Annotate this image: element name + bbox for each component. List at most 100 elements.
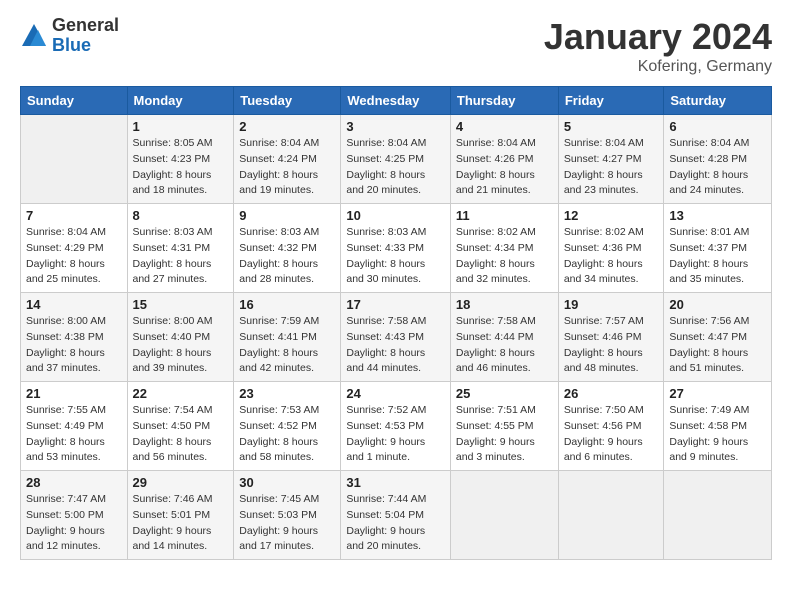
day-detail: Sunrise: 8:04 AMSunset: 4:24 PMDaylight:… <box>239 136 335 199</box>
calendar-cell: 29 Sunrise: 7:46 AMSunset: 5:01 PMDayligh… <box>127 471 234 560</box>
calendar-cell: 28 Sunrise: 7:47 AMSunset: 5:00 PMDayligh… <box>21 471 128 560</box>
weekday-header: Sunday <box>21 87 128 115</box>
day-number: 27 <box>669 386 766 401</box>
calendar-cell: 8 Sunrise: 8:03 AMSunset: 4:31 PMDaylight… <box>127 204 234 293</box>
location: Kofering, Germany <box>544 58 772 76</box>
day-number: 4 <box>456 119 553 134</box>
day-number: 16 <box>239 297 335 312</box>
calendar-cell: 31 Sunrise: 7:44 AMSunset: 5:04 PMDayligh… <box>341 471 451 560</box>
day-detail: Sunrise: 7:59 AMSunset: 4:41 PMDaylight:… <box>239 314 335 377</box>
calendar-cell <box>450 471 558 560</box>
day-number: 8 <box>133 208 229 223</box>
calendar-cell: 27 Sunrise: 7:49 AMSunset: 4:58 PMDayligh… <box>664 382 772 471</box>
calendar-cell: 9 Sunrise: 8:03 AMSunset: 4:32 PMDaylight… <box>234 204 341 293</box>
day-number: 12 <box>564 208 659 223</box>
calendar-cell <box>21 115 128 204</box>
day-detail: Sunrise: 8:03 AMSunset: 4:33 PMDaylight:… <box>346 225 445 288</box>
calendar-table: SundayMondayTuesdayWednesdayThursdayFrid… <box>20 86 772 560</box>
day-detail: Sunrise: 7:52 AMSunset: 4:53 PMDaylight:… <box>346 403 445 466</box>
day-number: 14 <box>26 297 122 312</box>
day-detail: Sunrise: 8:03 AMSunset: 4:32 PMDaylight:… <box>239 225 335 288</box>
logo-text: General Blue <box>52 16 119 56</box>
calendar-cell: 1 Sunrise: 8:05 AMSunset: 4:23 PMDaylight… <box>127 115 234 204</box>
calendar-cell: 24 Sunrise: 7:52 AMSunset: 4:53 PMDayligh… <box>341 382 451 471</box>
day-detail: Sunrise: 7:53 AMSunset: 4:52 PMDaylight:… <box>239 403 335 466</box>
day-number: 7 <box>26 208 122 223</box>
day-detail: Sunrise: 7:44 AMSunset: 5:04 PMDaylight:… <box>346 492 445 555</box>
calendar-cell <box>664 471 772 560</box>
calendar-cell: 21Sunrise: 7:55 AMSunset: 4:49 PMDayligh… <box>21 382 128 471</box>
page-header: General Blue January 2024 Kofering, Germ… <box>20 16 772 76</box>
calendar-cell: 18Sunrise: 7:58 AMSunset: 4:44 PMDayligh… <box>450 293 558 382</box>
calendar-cell: 4 Sunrise: 8:04 AMSunset: 4:26 PMDaylight… <box>450 115 558 204</box>
weekday-header: Wednesday <box>341 87 451 115</box>
day-detail: Sunrise: 8:02 AMSunset: 4:34 PMDaylight:… <box>456 225 553 288</box>
day-detail: Sunrise: 7:46 AMSunset: 5:01 PMDaylight:… <box>133 492 229 555</box>
day-number: 6 <box>669 119 766 134</box>
calendar-cell: 20Sunrise: 7:56 AMSunset: 4:47 PMDayligh… <box>664 293 772 382</box>
logo-general: General <box>52 16 119 36</box>
day-detail: Sunrise: 8:04 AMSunset: 4:26 PMDaylight:… <box>456 136 553 199</box>
day-detail: Sunrise: 7:56 AMSunset: 4:47 PMDaylight:… <box>669 314 766 377</box>
day-number: 10 <box>346 208 445 223</box>
calendar-cell: 25Sunrise: 7:51 AMSunset: 4:55 PMDayligh… <box>450 382 558 471</box>
calendar-cell <box>558 471 664 560</box>
calendar-cell: 26Sunrise: 7:50 AMSunset: 4:56 PMDayligh… <box>558 382 664 471</box>
calendar-cell: 23 Sunrise: 7:53 AMSunset: 4:52 PMDayligh… <box>234 382 341 471</box>
calendar-cell: 22Sunrise: 7:54 AMSunset: 4:50 PMDayligh… <box>127 382 234 471</box>
day-number: 5 <box>564 119 659 134</box>
day-number: 19 <box>564 297 659 312</box>
day-number: 30 <box>239 475 335 490</box>
day-detail: Sunrise: 8:03 AMSunset: 4:31 PMDaylight:… <box>133 225 229 288</box>
weekday-header: Thursday <box>450 87 558 115</box>
logo-blue: Blue <box>52 36 119 56</box>
logo-icon <box>20 22 48 50</box>
day-number: 29 <box>133 475 229 490</box>
calendar-cell: 15Sunrise: 8:00 AMSunset: 4:40 PMDayligh… <box>127 293 234 382</box>
day-number: 24 <box>346 386 445 401</box>
calendar-week-row: 1 Sunrise: 8:05 AMSunset: 4:23 PMDaylight… <box>21 115 772 204</box>
calendar-cell: 10 Sunrise: 8:03 AMSunset: 4:33 PMDayligh… <box>341 204 451 293</box>
calendar-cell: 19 Sunrise: 7:57 AMSunset: 4:46 PMDayligh… <box>558 293 664 382</box>
day-detail: Sunrise: 8:04 AMSunset: 4:27 PMDaylight:… <box>564 136 659 199</box>
day-number: 31 <box>346 475 445 490</box>
calendar-cell: 3Sunrise: 8:04 AMSunset: 4:25 PMDaylight… <box>341 115 451 204</box>
day-number: 18 <box>456 297 553 312</box>
calendar-cell: 17 Sunrise: 7:58 AMSunset: 4:43 PMDayligh… <box>341 293 451 382</box>
weekday-header: Tuesday <box>234 87 341 115</box>
day-detail: Sunrise: 8:05 AMSunset: 4:23 PMDaylight:… <box>133 136 229 199</box>
day-number: 11 <box>456 208 553 223</box>
calendar-cell: 30 Sunrise: 7:45 AMSunset: 5:03 PMDayligh… <box>234 471 341 560</box>
day-number: 9 <box>239 208 335 223</box>
calendar-cell: 6 Sunrise: 8:04 AMSunset: 4:28 PMDaylight… <box>664 115 772 204</box>
day-detail: Sunrise: 7:58 AMSunset: 4:43 PMDaylight:… <box>346 314 445 377</box>
day-number: 1 <box>133 119 229 134</box>
day-number: 3 <box>346 119 445 134</box>
calendar-week-row: 28 Sunrise: 7:47 AMSunset: 5:00 PMDayligh… <box>21 471 772 560</box>
day-detail: Sunrise: 7:49 AMSunset: 4:58 PMDaylight:… <box>669 403 766 466</box>
day-detail: Sunrise: 8:04 AMSunset: 4:29 PMDaylight:… <box>26 225 122 288</box>
day-detail: Sunrise: 7:51 AMSunset: 4:55 PMDaylight:… <box>456 403 553 466</box>
day-number: 28 <box>26 475 122 490</box>
day-detail: Sunrise: 8:04 AMSunset: 4:28 PMDaylight:… <box>669 136 766 199</box>
weekday-header: Saturday <box>664 87 772 115</box>
day-detail: Sunrise: 8:02 AMSunset: 4:36 PMDaylight:… <box>564 225 659 288</box>
day-detail: Sunrise: 7:54 AMSunset: 4:50 PMDaylight:… <box>133 403 229 466</box>
day-number: 2 <box>239 119 335 134</box>
title-block: January 2024 Kofering, Germany <box>544 16 772 76</box>
calendar-cell: 5 Sunrise: 8:04 AMSunset: 4:27 PMDaylight… <box>558 115 664 204</box>
day-detail: Sunrise: 7:45 AMSunset: 5:03 PMDaylight:… <box>239 492 335 555</box>
calendar-week-row: 7 Sunrise: 8:04 AMSunset: 4:29 PMDaylight… <box>21 204 772 293</box>
day-detail: Sunrise: 7:55 AMSunset: 4:49 PMDaylight:… <box>26 403 122 466</box>
day-detail: Sunrise: 8:00 AMSunset: 4:40 PMDaylight:… <box>133 314 229 377</box>
day-number: 23 <box>239 386 335 401</box>
calendar-cell: 11 Sunrise: 8:02 AMSunset: 4:34 PMDayligh… <box>450 204 558 293</box>
day-detail: Sunrise: 8:00 AMSunset: 4:38 PMDaylight:… <box>26 314 122 377</box>
calendar-week-row: 21Sunrise: 7:55 AMSunset: 4:49 PMDayligh… <box>21 382 772 471</box>
calendar-cell: 13Sunrise: 8:01 AMSunset: 4:37 PMDayligh… <box>664 204 772 293</box>
day-number: 17 <box>346 297 445 312</box>
weekday-header: Monday <box>127 87 234 115</box>
day-detail: Sunrise: 7:57 AMSunset: 4:46 PMDaylight:… <box>564 314 659 377</box>
day-detail: Sunrise: 7:47 AMSunset: 5:00 PMDaylight:… <box>26 492 122 555</box>
logo: General Blue <box>20 16 119 56</box>
